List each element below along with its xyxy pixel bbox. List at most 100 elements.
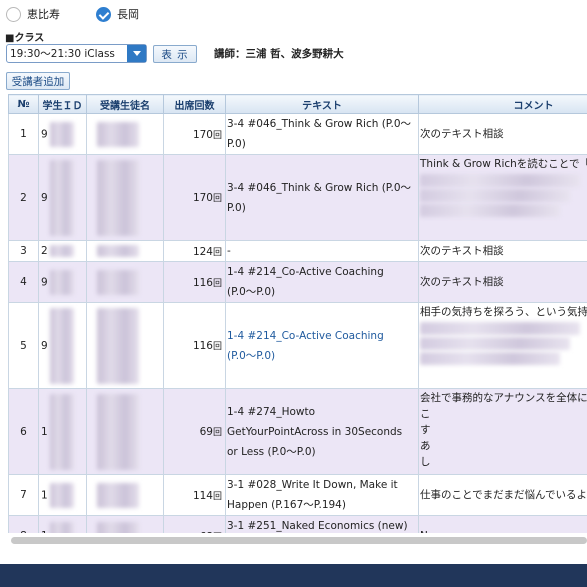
attendance-unit: 回 [212, 342, 222, 352]
redacted-student-name [97, 522, 139, 533]
table-row[interactable]: 1 9 170回 3-4 #046_Think & Grow Rich (P.0〜P.… [8, 113, 587, 155]
redacted-student-name [97, 393, 139, 470]
attendance-value: 68 [200, 531, 213, 534]
text-cell: 1-4 #274_Howto GetYourPointAcross in 30S… [225, 388, 419, 475]
attendance-value: 170 [192, 192, 213, 204]
redacted-student-name [97, 269, 139, 295]
redacted-student-name [97, 121, 139, 147]
text-cell[interactable]: 1-4 #214_Co-Active Coaching (P.0〜P.0) [225, 302, 419, 389]
col-header-student-name[interactable]: 受講生徒名 [86, 94, 164, 114]
redacted-student-id [49, 269, 74, 295]
col-header-student-id[interactable]: 学生ＩＤ [38, 94, 87, 114]
table-row[interactable]: 5 9 116回 1-4 #214_Co-Active Coaching (P.0〜P… [8, 302, 587, 389]
student-name-cell[interactable] [86, 113, 164, 155]
table-header-row: № 学生ＩＤ 受講生徒名 出席回数 テキスト コメント [8, 94, 587, 114]
redacted-student-name [97, 245, 139, 257]
attendance-value: 114 [192, 489, 213, 502]
attendance-value: 170 [192, 128, 213, 141]
campus-radio-group: 恵比寿 長岡 [6, 4, 175, 24]
student-name-cell[interactable] [86, 240, 164, 262]
attendance-unit: 回 [212, 278, 222, 289]
col-header-text[interactable]: テキスト [225, 94, 419, 114]
row-number: 5 [8, 302, 39, 389]
table-row[interactable]: 2 9 170回 3-4 #046_Think & Grow Rich (P.0〜P.… [8, 154, 587, 241]
text-cell: 3-1 #251_Naked Economics (new) (P.218〜P.… [225, 515, 419, 533]
student-id-prefix: 9 [41, 191, 48, 204]
table-row[interactable]: 7 1 114回 3-1 #028_Write It Down, Make it Ha… [8, 474, 587, 516]
col-header-no[interactable]: № [8, 94, 39, 114]
redacted-comment [420, 322, 580, 335]
student-id-prefix: 9 [41, 128, 48, 140]
redacted-student-id [49, 393, 74, 470]
attendance-unit: 回 [212, 194, 222, 204]
comment-text: N [420, 530, 428, 533]
redacted-student-id [49, 159, 74, 236]
text-cell: - [225, 240, 419, 262]
student-name-cell[interactable] [86, 302, 164, 389]
attendance-count: 170回 [163, 154, 226, 241]
student-name-cell[interactable] [86, 474, 164, 516]
attendance-unit: 回 [212, 247, 222, 258]
table-row[interactable]: 6 1 69回 1-4 #274_Howto GetYourPointAcross i… [8, 388, 587, 475]
row-number: 7 [8, 474, 39, 516]
col-header-attendance[interactable]: 出席回数 [163, 94, 226, 114]
attendance-count: 116回 [163, 302, 226, 389]
redacted-student-name [97, 307, 139, 384]
comment-cell: N [418, 515, 587, 533]
redacted-student-id [49, 121, 74, 147]
row-number: 3 [8, 240, 39, 262]
row-number: 2 [8, 154, 39, 241]
comment-cell: 次のテキスト相談 [418, 261, 587, 303]
class-heading: ■クラス [5, 33, 45, 44]
comment-text: 相手の気持ちを探ろう、という気持 [420, 306, 587, 318]
student-name-cell[interactable] [86, 261, 164, 303]
table-row[interactable]: 81 68回3-1 #251_Naked Economics (new) (P.2… [8, 515, 587, 534]
attendance-unit: 回 [212, 130, 222, 141]
table-row[interactable]: 4 9 116回 1-4 #214_Co-Active Coaching (P.0〜P… [8, 261, 587, 303]
table-row[interactable]: 3 2 124回 - 次のテキスト相談 [8, 240, 587, 262]
student-id-prefix: 9 [41, 339, 48, 352]
comment-text: 仕事のことでまだまだ悩んでいるよ [420, 489, 587, 501]
attendance-count: 69回 [163, 388, 226, 475]
comment-cell: 仕事のことでまだまだ悩んでいるよ [418, 474, 587, 516]
comment-cell: Think & Grow Richを読むことで「 [418, 154, 587, 241]
comment-cell: 相手の気持ちを探ろう、という気持 [418, 302, 587, 389]
student-id-cell: 9 [38, 261, 87, 303]
attendance-value: 124 [192, 245, 213, 258]
student-name-cell[interactable] [86, 388, 164, 475]
show-button[interactable]: 表 示 [153, 45, 197, 63]
comment-text: 次のテキスト相談 [420, 245, 504, 257]
redacted-student-id [49, 482, 74, 508]
row-number: 6 [8, 388, 39, 475]
student-id-cell: 1 [38, 474, 87, 516]
redacted-comment [420, 204, 560, 217]
student-id-cell: 9 [38, 302, 87, 389]
student-name-cell[interactable] [86, 515, 164, 533]
campus-radio-ebisu[interactable] [6, 6, 21, 22]
comment-text: した。 [420, 456, 430, 468]
text-cell: 3-4 #046_Think & Grow Rich (P.0〜P.0) [225, 154, 419, 241]
comment-text: こ [420, 408, 430, 420]
student-id-prefix: 9 [41, 276, 48, 288]
student-id-prefix: 1 [41, 489, 48, 501]
attendance-value: 116 [192, 276, 213, 289]
student-id-cell: 1 [38, 515, 87, 533]
student-id-cell: 9 [38, 154, 87, 241]
class-select-value: 19:30〜21:30 iClass [10, 48, 115, 60]
comment-text: あ [420, 440, 430, 452]
class-select[interactable]: 19:30〜21:30 iClass [6, 44, 147, 63]
redacted-comment [420, 337, 570, 350]
text-cell: 3-4 #046_Think & Grow Rich (P.0〜P.0) [225, 113, 419, 155]
campus-radio-nagaoka[interactable] [96, 6, 111, 22]
col-header-comment[interactable]: コメント [418, 94, 587, 114]
horizontal-scrollbar[interactable] [11, 537, 587, 544]
redacted-student-id [49, 307, 74, 384]
student-id-cell: 1 [38, 388, 87, 475]
student-id-prefix: 2 [41, 245, 48, 257]
campus-label-ebisu: 恵比寿 [27, 8, 60, 21]
add-student-button[interactable]: 受講者追加 [6, 72, 70, 90]
comment-text: 会社で事務的なアナウンスを全体に [420, 392, 587, 404]
student-name-cell[interactable] [86, 154, 164, 241]
row-number: 8 [8, 515, 39, 533]
chevron-down-icon[interactable] [127, 45, 146, 62]
